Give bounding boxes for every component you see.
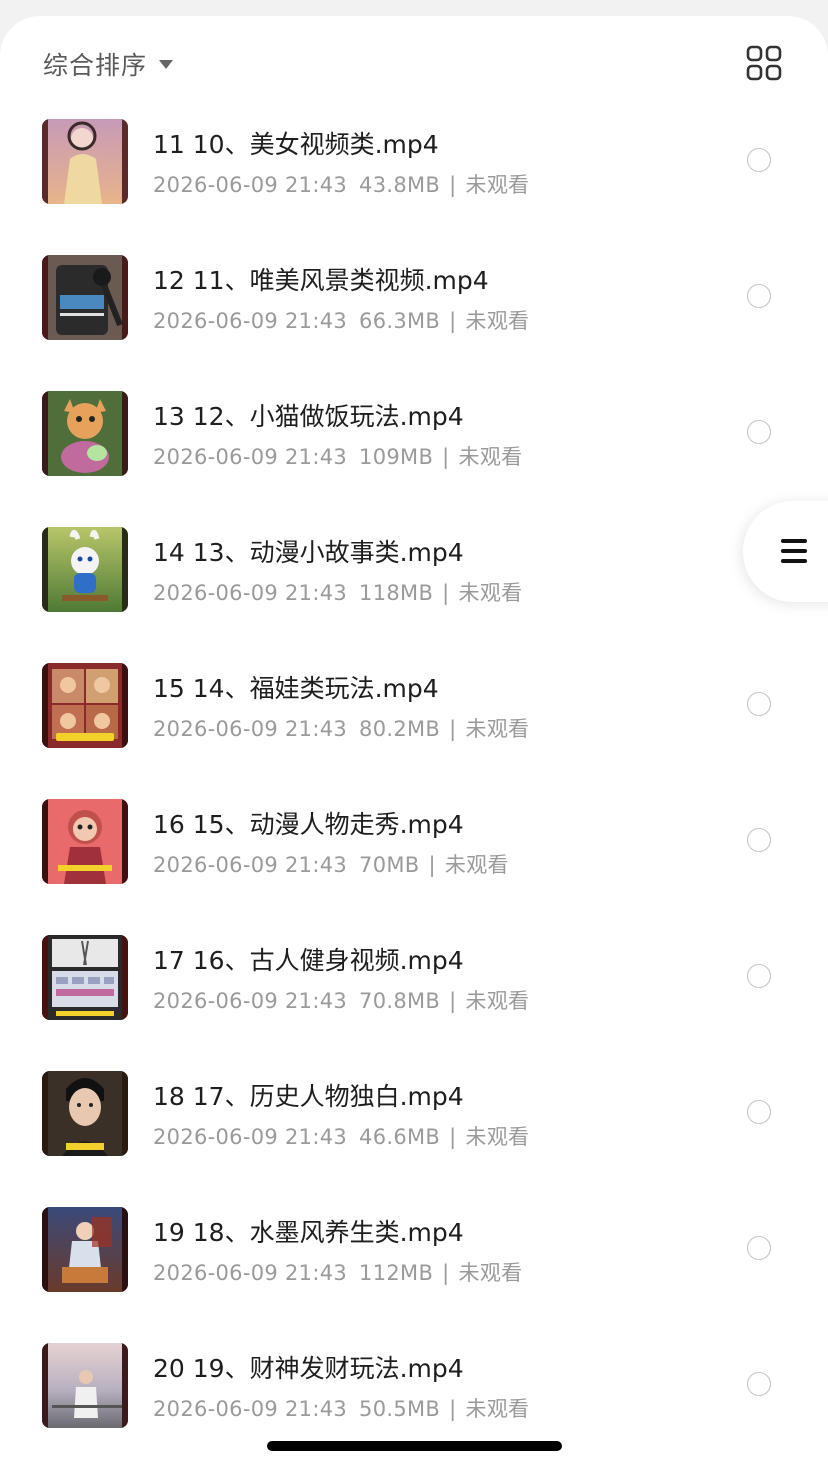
video-thumbnail — [42, 391, 128, 476]
video-thumbnail — [42, 1207, 128, 1292]
meta-divider: | — [442, 445, 450, 469]
file-title: 16 15、动漫人物走秀.mp4 — [153, 810, 464, 839]
file-date: 2026-06-09 21:43 — [153, 853, 348, 877]
file-title: 18 17、历史人物独白.mp4 — [153, 1082, 464, 1111]
video-thumbnail — [42, 255, 128, 340]
home-indicator[interactable] — [267, 1441, 562, 1451]
watch-status: 未观看 — [465, 173, 530, 197]
file-title: 12 11、唯美风景类视频.mp4 — [153, 266, 489, 295]
select-radio[interactable] — [747, 148, 771, 172]
meta-divider: | — [442, 1261, 450, 1285]
sort-dropdown[interactable]: 综合排序 — [43, 44, 174, 84]
menu-icon — [781, 539, 807, 563]
meta-divider: | — [449, 989, 457, 1013]
meta-divider: | — [449, 1125, 457, 1149]
meta-divider: | — [442, 581, 450, 605]
file-size: 46.6MB — [359, 1125, 441, 1149]
file-date: 2026-06-09 21:43 — [153, 309, 348, 333]
watch-status: 未观看 — [444, 853, 509, 877]
file-size: 50.5MB — [359, 1397, 441, 1421]
file-meta: 2026-06-09 21:43 66.3MB | 未观看 — [153, 305, 529, 335]
file-list-sheet: 综合排序 11 10、美女视频类.mp4 2026-06-09 21:43 43.… — [0, 16, 828, 1469]
file-title: 14 13、动漫小故事类.mp4 — [153, 538, 464, 567]
file-date: 2026-06-09 21:43 — [153, 1397, 348, 1421]
file-size: 70.8MB — [359, 989, 441, 1013]
video-thumbnail — [42, 119, 128, 204]
file-title: 19 18、水墨风养生类.mp4 — [153, 1218, 464, 1247]
file-meta: 2026-06-09 21:43 109MB | 未观看 — [153, 441, 522, 471]
meta-divider: | — [428, 853, 436, 877]
list-item[interactable]: 14 13、动漫小故事类.mp4 2026-06-09 21:43 118MB | 未… — [0, 527, 828, 637]
watch-status: 未观看 — [465, 309, 530, 333]
video-thumbnail — [42, 935, 128, 1020]
list-item[interactable]: 19 18、水墨风养生类.mp4 2026-06-09 21:43 112MB | 未… — [0, 1207, 828, 1317]
select-radio[interactable] — [747, 692, 771, 716]
file-date: 2026-06-09 21:43 — [153, 989, 348, 1013]
caret-down-icon — [159, 59, 174, 69]
file-date: 2026-06-09 21:43 — [153, 445, 348, 469]
file-title: 11 10、美女视频类.mp4 — [153, 130, 439, 159]
file-meta: 2026-06-09 21:43 46.6MB | 未观看 — [153, 1121, 529, 1151]
file-meta: 2026-06-09 21:43 50.5MB | 未观看 — [153, 1393, 529, 1423]
file-size: 66.3MB — [359, 309, 441, 333]
watch-status: 未观看 — [458, 581, 523, 605]
grid-view-icon[interactable] — [746, 45, 782, 81]
watch-status: 未观看 — [465, 989, 530, 1013]
watch-status: 未观看 — [465, 1397, 530, 1421]
list-item[interactable]: 20 19、财神发财玩法.mp4 2026-06-09 21:43 50.5MB |… — [0, 1343, 828, 1453]
file-size: 112MB — [359, 1261, 434, 1285]
list-item[interactable]: 16 15、动漫人物走秀.mp4 2026-06-09 21:43 70MB | 未观… — [0, 799, 828, 909]
file-size: 43.8MB — [359, 173, 441, 197]
video-thumbnail — [42, 1343, 128, 1428]
sort-label: 综合排序 — [43, 51, 148, 80]
file-meta: 2026-06-09 21:43 112MB | 未观看 — [153, 1257, 522, 1287]
select-radio[interactable] — [747, 964, 771, 988]
file-meta: 2026-06-09 21:43 80.2MB | 未观看 — [153, 713, 529, 743]
watch-status: 未观看 — [458, 1261, 523, 1285]
video-thumbnail — [42, 527, 128, 612]
file-date: 2026-06-09 21:43 — [153, 173, 348, 197]
list-item[interactable]: 12 11、唯美风景类视频.mp4 2026-06-09 21:43 66.3MB… — [0, 255, 828, 365]
list-item[interactable]: 15 14、福娃类玩法.mp4 2026-06-09 21:43 80.2MB | 未… — [0, 663, 828, 773]
select-radio[interactable] — [747, 284, 771, 308]
file-title: 20 19、财神发财玩法.mp4 — [153, 1354, 464, 1383]
watch-status: 未观看 — [458, 445, 523, 469]
select-radio[interactable] — [747, 420, 771, 444]
file-date: 2026-06-09 21:43 — [153, 1125, 348, 1149]
file-meta: 2026-06-09 21:43 118MB | 未观看 — [153, 577, 522, 607]
meta-divider: | — [449, 717, 457, 741]
watch-status: 未观看 — [465, 717, 530, 741]
meta-divider: | — [449, 309, 457, 333]
file-meta: 2026-06-09 21:43 43.8MB | 未观看 — [153, 169, 529, 199]
file-date: 2026-06-09 21:43 — [153, 581, 348, 605]
file-title: 17 16、古人健身视频.mp4 — [153, 946, 464, 975]
meta-divider: | — [449, 1397, 457, 1421]
file-meta: 2026-06-09 21:43 70MB | 未观看 — [153, 849, 509, 879]
list-item[interactable]: 18 17、历史人物独白.mp4 2026-06-09 21:43 46.6MB |… — [0, 1071, 828, 1181]
select-radio[interactable] — [747, 1100, 771, 1124]
video-thumbnail — [42, 799, 128, 884]
file-date: 2026-06-09 21:43 — [153, 1261, 348, 1285]
list-item[interactable]: 13 12、小猫做饭玩法.mp4 2026-06-09 21:43 109MB | 未… — [0, 391, 828, 501]
list-item[interactable]: 11 10、美女视频类.mp4 2026-06-09 21:43 43.8MB | 未… — [0, 119, 828, 229]
select-radio[interactable] — [747, 828, 771, 852]
file-title: 15 14、福娃类玩法.mp4 — [153, 674, 439, 703]
file-title: 13 12、小猫做饭玩法.mp4 — [153, 402, 464, 431]
list-item[interactable]: 17 16、古人健身视频.mp4 2026-06-09 21:43 70.8MB |… — [0, 935, 828, 1045]
file-size: 70MB — [359, 853, 420, 877]
watch-status: 未观看 — [465, 1125, 530, 1149]
video-thumbnail — [42, 663, 128, 748]
meta-divider: | — [449, 173, 457, 197]
select-radio[interactable] — [747, 1236, 771, 1260]
file-date: 2026-06-09 21:43 — [153, 717, 348, 741]
video-thumbnail — [42, 1071, 128, 1156]
file-size: 118MB — [359, 581, 434, 605]
file-meta: 2026-06-09 21:43 70.8MB | 未观看 — [153, 985, 529, 1015]
select-radio[interactable] — [747, 1372, 771, 1396]
file-size: 80.2MB — [359, 717, 441, 741]
file-size: 109MB — [359, 445, 434, 469]
